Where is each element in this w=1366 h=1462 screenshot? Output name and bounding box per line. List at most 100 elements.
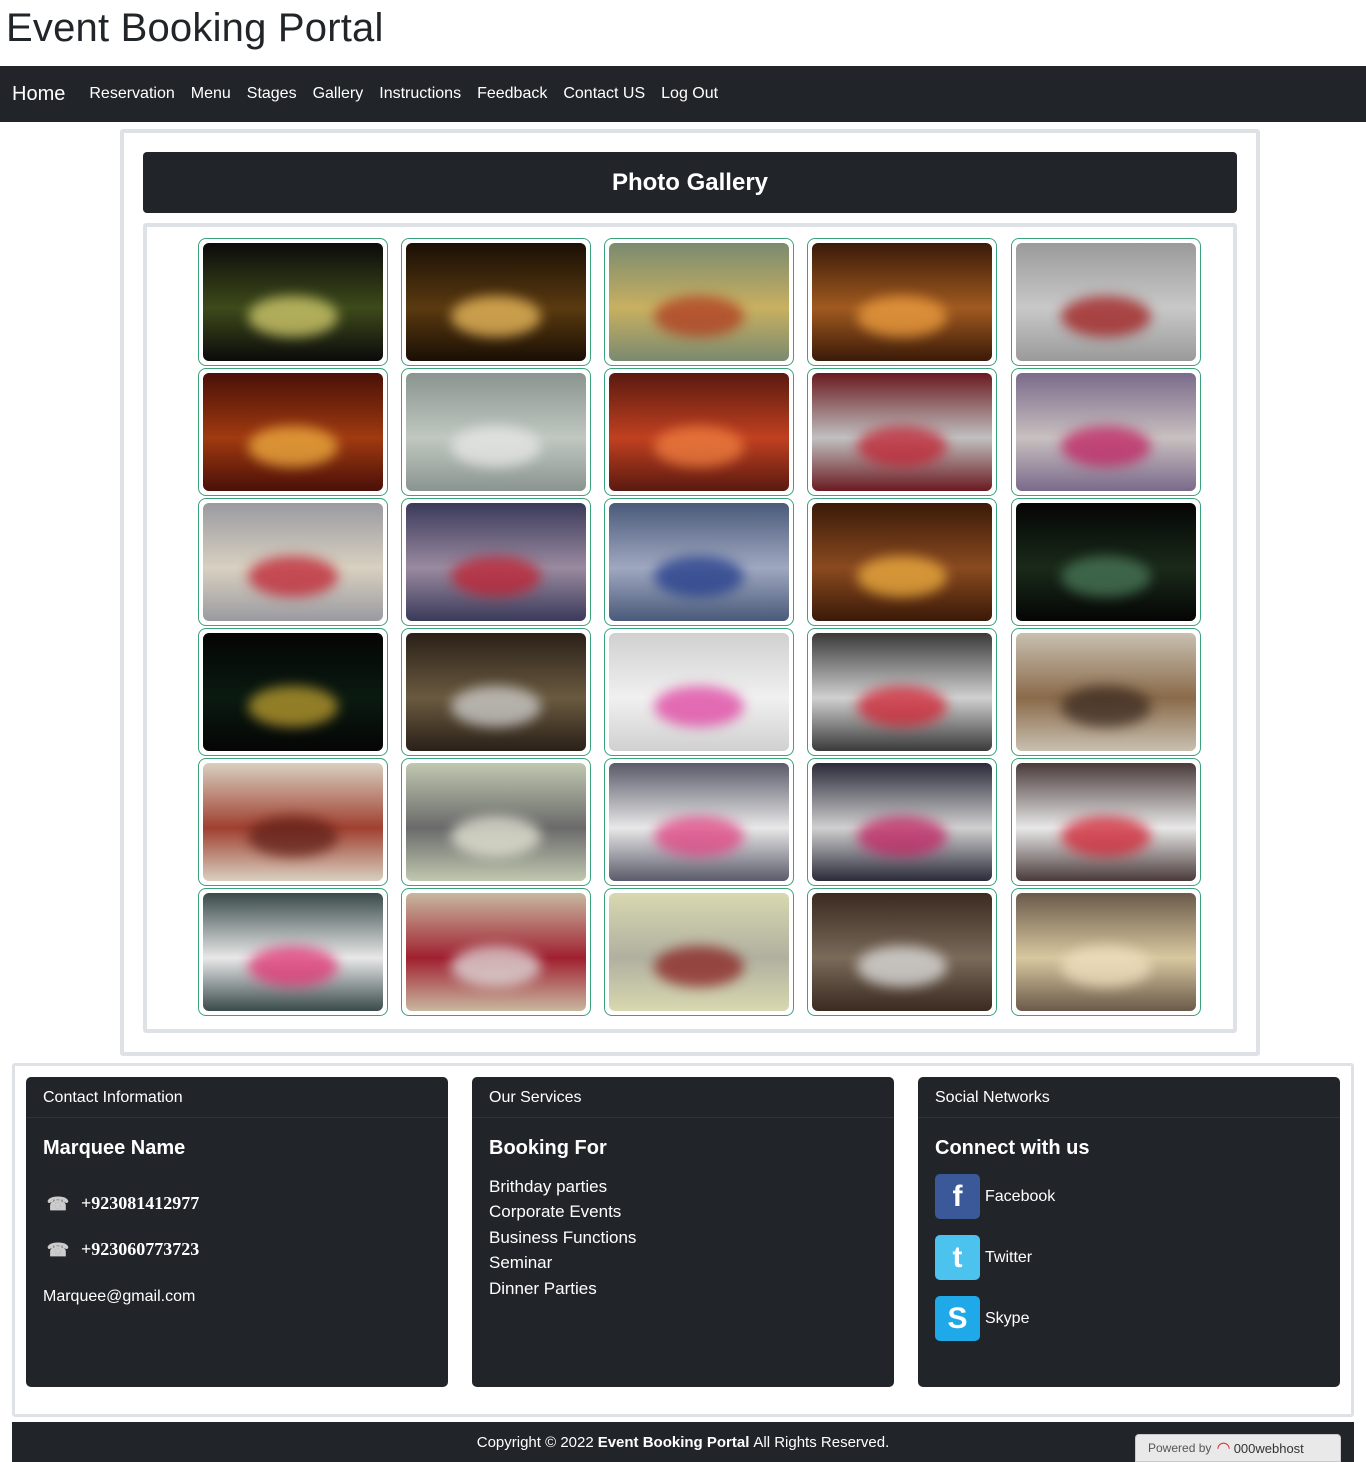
facebook-label: Facebook bbox=[985, 1187, 1056, 1205]
service-item: Seminar bbox=[489, 1253, 553, 1272]
venue-photo-image bbox=[812, 763, 992, 881]
social-card-header: Social Networks bbox=[918, 1077, 1340, 1118]
gallery-photo[interactable] bbox=[198, 368, 388, 496]
gallery-photo[interactable] bbox=[604, 758, 794, 886]
powered-by-badge[interactable]: Powered by ◠ 000webhost bbox=[1135, 1434, 1341, 1462]
gallery-photo[interactable] bbox=[198, 758, 388, 886]
service-item: Dinner Parties bbox=[489, 1279, 597, 1298]
social-card-title: Connect with us bbox=[935, 1137, 1090, 1159]
phone-icon: ☎ bbox=[46, 1239, 70, 1260]
contact-email: Marquee@gmail.com bbox=[43, 1288, 196, 1305]
gallery-photo[interactable] bbox=[1011, 238, 1201, 366]
facebook-link[interactable]: f Facebook bbox=[935, 1174, 1055, 1219]
venue-photo-image bbox=[203, 503, 383, 621]
photo-highlight bbox=[248, 946, 338, 988]
twitter-label: Twitter bbox=[985, 1248, 1033, 1266]
gallery-photo[interactable] bbox=[401, 368, 591, 496]
gallery-photo[interactable] bbox=[401, 628, 591, 756]
gallery-photo[interactable] bbox=[198, 888, 388, 1016]
gallery-photo[interactable] bbox=[401, 498, 591, 626]
venue-photo-image bbox=[406, 763, 586, 881]
photo-highlight bbox=[451, 556, 541, 598]
gallery-photo[interactable] bbox=[807, 368, 997, 496]
venue-photo-image bbox=[203, 243, 383, 361]
photo-highlight bbox=[451, 946, 541, 988]
venue-photo-image bbox=[1016, 373, 1196, 491]
photo-highlight bbox=[451, 296, 541, 338]
gallery-photo[interactable] bbox=[198, 498, 388, 626]
photo-highlight bbox=[654, 816, 744, 858]
venue-photo-image bbox=[609, 503, 789, 621]
photo-highlight bbox=[1061, 556, 1151, 598]
facebook-icon: f bbox=[935, 1174, 980, 1219]
gallery-photo[interactable] bbox=[1011, 498, 1201, 626]
skype-link[interactable]: S Skype bbox=[935, 1296, 1029, 1341]
gallery-photo[interactable] bbox=[604, 498, 794, 626]
photo-highlight bbox=[654, 426, 744, 468]
nav-contact-us[interactable]: Contact US bbox=[563, 85, 645, 103]
gallery-photo[interactable] bbox=[198, 238, 388, 366]
photo-highlight bbox=[248, 556, 338, 598]
twitter-link[interactable]: t Twitter bbox=[935, 1235, 1032, 1280]
gallery-photo[interactable] bbox=[401, 888, 591, 1016]
venue-photo-image bbox=[406, 243, 586, 361]
gallery-photo[interactable] bbox=[807, 758, 997, 886]
contact-card-header: Contact Information bbox=[26, 1077, 448, 1118]
copyright-prefix: Copyright © 2022 bbox=[476, 1433, 594, 1451]
nav-log-out[interactable]: Log Out bbox=[661, 85, 718, 103]
photo-highlight bbox=[451, 686, 541, 728]
gallery-photo[interactable] bbox=[807, 628, 997, 756]
gallery-photo[interactable] bbox=[1011, 628, 1201, 756]
photo-highlight bbox=[654, 686, 744, 728]
venue-photo-image bbox=[1016, 893, 1196, 1011]
gallery-photo[interactable] bbox=[604, 628, 794, 756]
venue-photo-image bbox=[609, 373, 789, 491]
venue-photo-image bbox=[1016, 503, 1196, 621]
photo-highlight bbox=[1061, 296, 1151, 338]
gallery-photo[interactable] bbox=[807, 888, 997, 1016]
gallery-title: Photo Gallery bbox=[143, 152, 1237, 213]
gallery-photo[interactable] bbox=[604, 368, 794, 496]
gallery-photo[interactable] bbox=[604, 888, 794, 1016]
services-card-header: Our Services bbox=[472, 1077, 894, 1118]
photo-highlight bbox=[1061, 816, 1151, 858]
gallery-photo[interactable] bbox=[1011, 758, 1201, 886]
photo-highlight bbox=[654, 296, 744, 338]
gallery-photo[interactable] bbox=[807, 498, 997, 626]
gallery-photo[interactable] bbox=[198, 628, 388, 756]
venue-photo-image bbox=[812, 893, 992, 1011]
services-card: Our Services Booking For Brithday partie… bbox=[472, 1077, 894, 1387]
contact-card-title: Marquee Name bbox=[43, 1137, 186, 1159]
photo-highlight bbox=[1061, 686, 1151, 728]
nav-stages[interactable]: Stages bbox=[247, 85, 297, 103]
venue-photo-image bbox=[609, 633, 789, 751]
phone-icon: ☎ bbox=[46, 1193, 70, 1214]
nav-reservation[interactable]: Reservation bbox=[89, 85, 174, 103]
phone-2: ☎ +923060773723 bbox=[43, 1239, 199, 1260]
skype-icon: S bbox=[935, 1296, 980, 1341]
nav-instructions[interactable]: Instructions bbox=[379, 85, 461, 103]
photo-highlight bbox=[857, 556, 947, 598]
gallery-photo[interactable] bbox=[1011, 888, 1201, 1016]
nav-feedback[interactable]: Feedback bbox=[477, 85, 547, 103]
venue-photo-image bbox=[812, 373, 992, 491]
services-card-title: Booking For bbox=[489, 1137, 607, 1159]
gallery-photo[interactable] bbox=[604, 238, 794, 366]
service-item: Brithday parties bbox=[489, 1177, 608, 1196]
nav-home[interactable]: Home bbox=[12, 83, 65, 106]
photo-highlight bbox=[654, 946, 744, 988]
gallery-photo[interactable] bbox=[401, 238, 591, 366]
nav-gallery[interactable]: Gallery bbox=[313, 85, 364, 103]
webhost-logo-icon: ◠ bbox=[1217, 1440, 1230, 1457]
venue-photo-image bbox=[609, 243, 789, 361]
venue-photo-image bbox=[812, 503, 992, 621]
venue-photo-image bbox=[812, 243, 992, 361]
gallery-photo[interactable] bbox=[401, 758, 591, 886]
gallery-photo[interactable] bbox=[807, 238, 997, 366]
photo-highlight bbox=[248, 426, 338, 468]
venue-photo-image bbox=[609, 893, 789, 1011]
gallery-photo[interactable] bbox=[1011, 368, 1201, 496]
service-item: Business Functions bbox=[489, 1228, 637, 1247]
venue-photo-image bbox=[406, 633, 586, 751]
nav-menu[interactable]: Menu bbox=[191, 85, 231, 103]
